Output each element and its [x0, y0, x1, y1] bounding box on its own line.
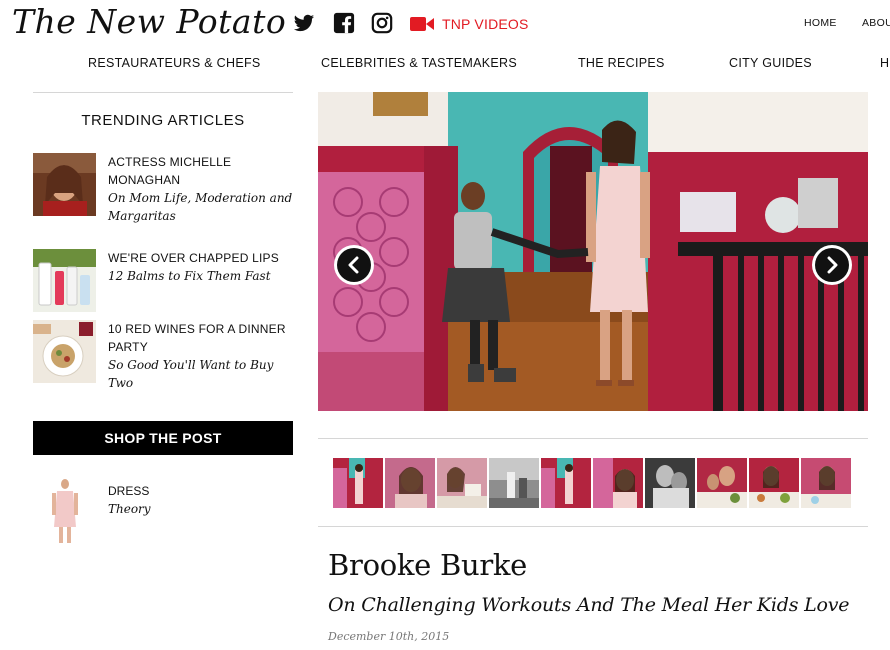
gallery-thumbnail[interactable]: [749, 458, 799, 508]
tnp-videos-label: TNP VIDEOS: [442, 16, 529, 32]
site-logo[interactable]: The New Potato: [12, 2, 286, 41]
slideshow-next-button[interactable]: [812, 245, 852, 285]
article-thumbnail: [33, 320, 96, 383]
category-the-recipes[interactable]: THE RECIPES: [578, 56, 665, 70]
article-subtitle: 12 Balms to Fix Them Fast: [108, 269, 271, 283]
post-subtitle: On Challenging Workouts And The Meal Her…: [328, 594, 850, 616]
product-name: DRESS: [108, 484, 150, 498]
sidebar-divider: [33, 92, 293, 93]
category-nav: RESTAURATEURS & CHEFS CELEBRITIES & TAST…: [0, 56, 890, 76]
chevron-left-icon: [348, 256, 359, 274]
trending-article-1[interactable]: ACTRESS MICHELLE MONAGHAN On Mom Life, M…: [33, 153, 293, 223]
gallery-thumbnail-strip: [333, 458, 853, 508]
article-title: ACTRESS MICHELLE MONAGHAN: [108, 155, 232, 187]
gallery-thumbnail[interactable]: [385, 458, 435, 508]
article-thumbnail: [33, 153, 96, 216]
article-subtitle: On Mom Life, Moderation and Margaritas: [108, 191, 293, 223]
gallery-thumbnail[interactable]: [697, 458, 747, 508]
gallery-thumbnail[interactable]: [333, 458, 383, 508]
post-date: December 10th, 2015: [328, 630, 450, 643]
hero-slideshow: [318, 92, 868, 411]
article-title: WE'RE OVER CHAPPED LIPS: [108, 251, 279, 265]
slideshow-prev-button[interactable]: [334, 245, 374, 285]
hero-image: [318, 92, 868, 411]
article-thumbnail: [33, 249, 96, 312]
instagram-icon[interactable]: [371, 12, 393, 34]
post-title: Brooke Burke: [328, 548, 528, 582]
article-subtitle: So Good You'll Want to Buy Two: [108, 358, 274, 390]
gallery-thumbnail[interactable]: [645, 458, 695, 508]
facebook-icon[interactable]: [333, 12, 355, 34]
site-header: The New Potato TNP VIDEOS HOME ABOU: [0, 0, 890, 50]
trending-articles-heading: TRENDING ARTICLES: [81, 112, 245, 129]
gallery-thumbnail[interactable]: [437, 458, 487, 508]
shop-the-post-button[interactable]: SHOP THE POST: [33, 421, 293, 455]
article-title: 10 RED WINES FOR A DINNER PARTY: [108, 322, 286, 354]
tnp-videos-link[interactable]: TNP VIDEOS: [410, 12, 529, 36]
category-truncated[interactable]: H: [880, 56, 889, 70]
category-restaurateurs-chefs[interactable]: RESTAURATEURS & CHEFS: [88, 56, 261, 70]
gallery-divider-bottom: [318, 526, 868, 527]
trending-article-2[interactable]: WE'RE OVER CHAPPED LIPS 12 Balms to Fix …: [33, 249, 293, 313]
video-camera-icon: [410, 17, 434, 31]
gallery-thumbnail[interactable]: [593, 458, 643, 508]
gallery-thumbnail[interactable]: [541, 458, 591, 508]
gallery-divider-top: [318, 438, 868, 439]
trending-article-3[interactable]: 10 RED WINES FOR A DINNER PARTY So Good …: [33, 320, 293, 390]
category-celebrities-tastemakers[interactable]: CELEBRITIES & TASTEMAKERS: [321, 56, 517, 70]
gallery-thumbnail[interactable]: [489, 458, 539, 508]
gallery-thumbnail[interactable]: [801, 458, 851, 508]
chevron-right-icon: [827, 256, 838, 274]
nav-home[interactable]: HOME: [804, 17, 837, 29]
product-brand: Theory: [108, 502, 151, 516]
nav-about[interactable]: ABOU: [862, 17, 890, 29]
dress-image: [47, 479, 83, 545]
twitter-icon[interactable]: [293, 12, 315, 34]
category-city-guides[interactable]: CITY GUIDES: [729, 56, 812, 70]
product-item[interactable]: DRESS Theory: [33, 479, 293, 545]
